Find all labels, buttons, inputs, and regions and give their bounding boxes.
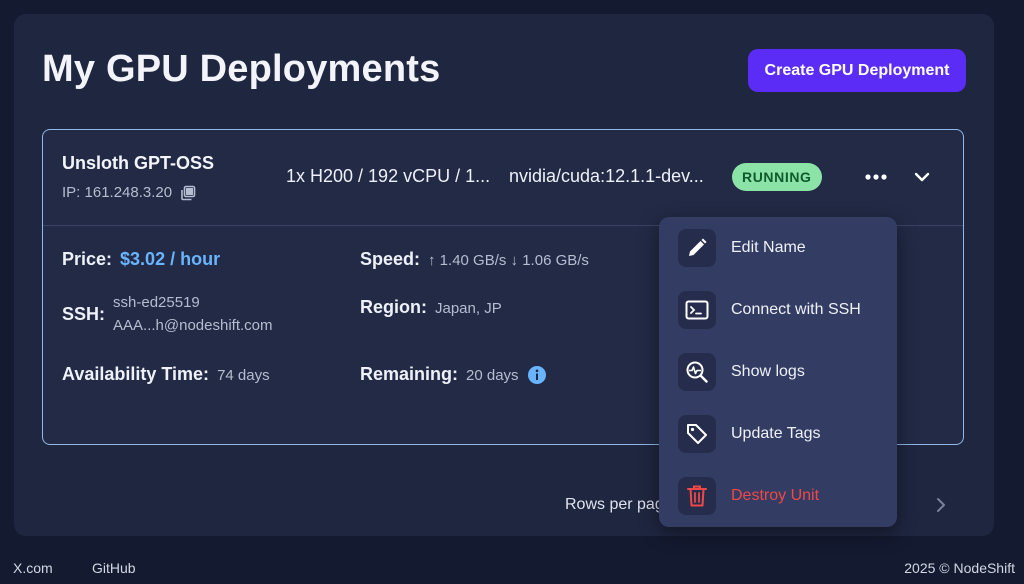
trash-icon	[678, 477, 716, 515]
remaining-field: Remaining: 20 days	[360, 364, 547, 385]
page-title: My GPU Deployments	[42, 48, 441, 90]
ssh-key: ssh-ed25519 AAA...h@nodeshift.com	[113, 294, 272, 334]
region-value: Japan, JP	[435, 300, 502, 317]
menu-item-destroy-unit[interactable]: Destroy Unit	[659, 468, 897, 524]
ssh-label: SSH:	[62, 303, 106, 324]
availability-label: Availability Time:	[62, 364, 210, 384]
price-label: Price:	[62, 249, 113, 269]
menu-item-label: Edit Name	[731, 239, 806, 256]
availability-value: 74 days	[217, 367, 270, 384]
region-field: Region: Japan, JP	[360, 297, 502, 318]
status-badge: RUNNING	[732, 163, 822, 191]
menu-item-label: Connect with SSH	[731, 301, 861, 318]
remaining-label: Remaining:	[360, 364, 459, 384]
menu-item-label: Update Tags	[731, 425, 821, 442]
ssh-key-value: AAA...h@nodeshift.com	[113, 317, 273, 334]
price-value: $3.02 / hour	[120, 249, 221, 269]
logs-search-icon	[678, 353, 716, 391]
speed-value: ↑ 1.40 GB/s ↓ 1.06 GB/s	[428, 252, 589, 269]
tag-icon	[678, 415, 716, 453]
terminal-icon	[678, 291, 716, 329]
gpu-spec: 1x H200 / 192 vCPU / 1...	[286, 166, 491, 186]
copy-icon[interactable]	[180, 185, 196, 201]
menu-item-show-logs[interactable]: Show logs	[659, 344, 897, 400]
menu-item-edit-name[interactable]: Edit Name	[659, 220, 897, 276]
region-label: Region:	[360, 297, 427, 317]
menu-item-update-tags[interactable]: Update Tags	[659, 406, 897, 462]
menu-item-connect-ssh[interactable]: Connect with SSH	[659, 282, 897, 338]
info-icon[interactable]	[527, 365, 547, 385]
price-field: Price: $3.02 / hour	[62, 249, 220, 270]
container-image: nvidia/cuda:12.1.1-dev...	[509, 166, 704, 186]
pencil-icon	[678, 229, 716, 267]
footer-copyright: 2025 © NodeShift	[904, 560, 1015, 576]
ip-row: IP: 161.248.3.20	[62, 184, 196, 201]
remaining-value: 20 days	[466, 367, 519, 384]
deployment-actions-menu: Edit Name Connect with SSH Show logs Upd…	[659, 217, 897, 527]
ssh-field: SSH: ssh-ed25519 AAA...h@nodeshift.com	[62, 294, 273, 334]
menu-item-label: Show logs	[731, 363, 805, 380]
create-gpu-deployment-button[interactable]: Create GPU Deployment	[748, 49, 966, 92]
deployment-name: Unsloth GPT-OSS	[62, 153, 215, 173]
rows-per-page-label: Rows per pag	[565, 496, 664, 513]
chevron-down-icon[interactable]	[907, 162, 937, 192]
speed-field: Speed: ↑ 1.40 GB/s ↓ 1.06 GB/s	[360, 249, 589, 270]
chevron-right-icon[interactable]	[930, 494, 952, 516]
ip-address: IP: 161.248.3.20	[62, 184, 173, 201]
more-options-icon[interactable]	[861, 162, 891, 192]
speed-label: Speed:	[360, 249, 421, 269]
menu-item-label: Destroy Unit	[731, 487, 820, 504]
footer-link-x[interactable]: X.com	[13, 560, 53, 576]
ssh-key-type: ssh-ed25519	[113, 294, 200, 311]
availability-field: Availability Time: 74 days	[62, 364, 270, 385]
footer-link-github[interactable]: GitHub	[92, 560, 136, 576]
